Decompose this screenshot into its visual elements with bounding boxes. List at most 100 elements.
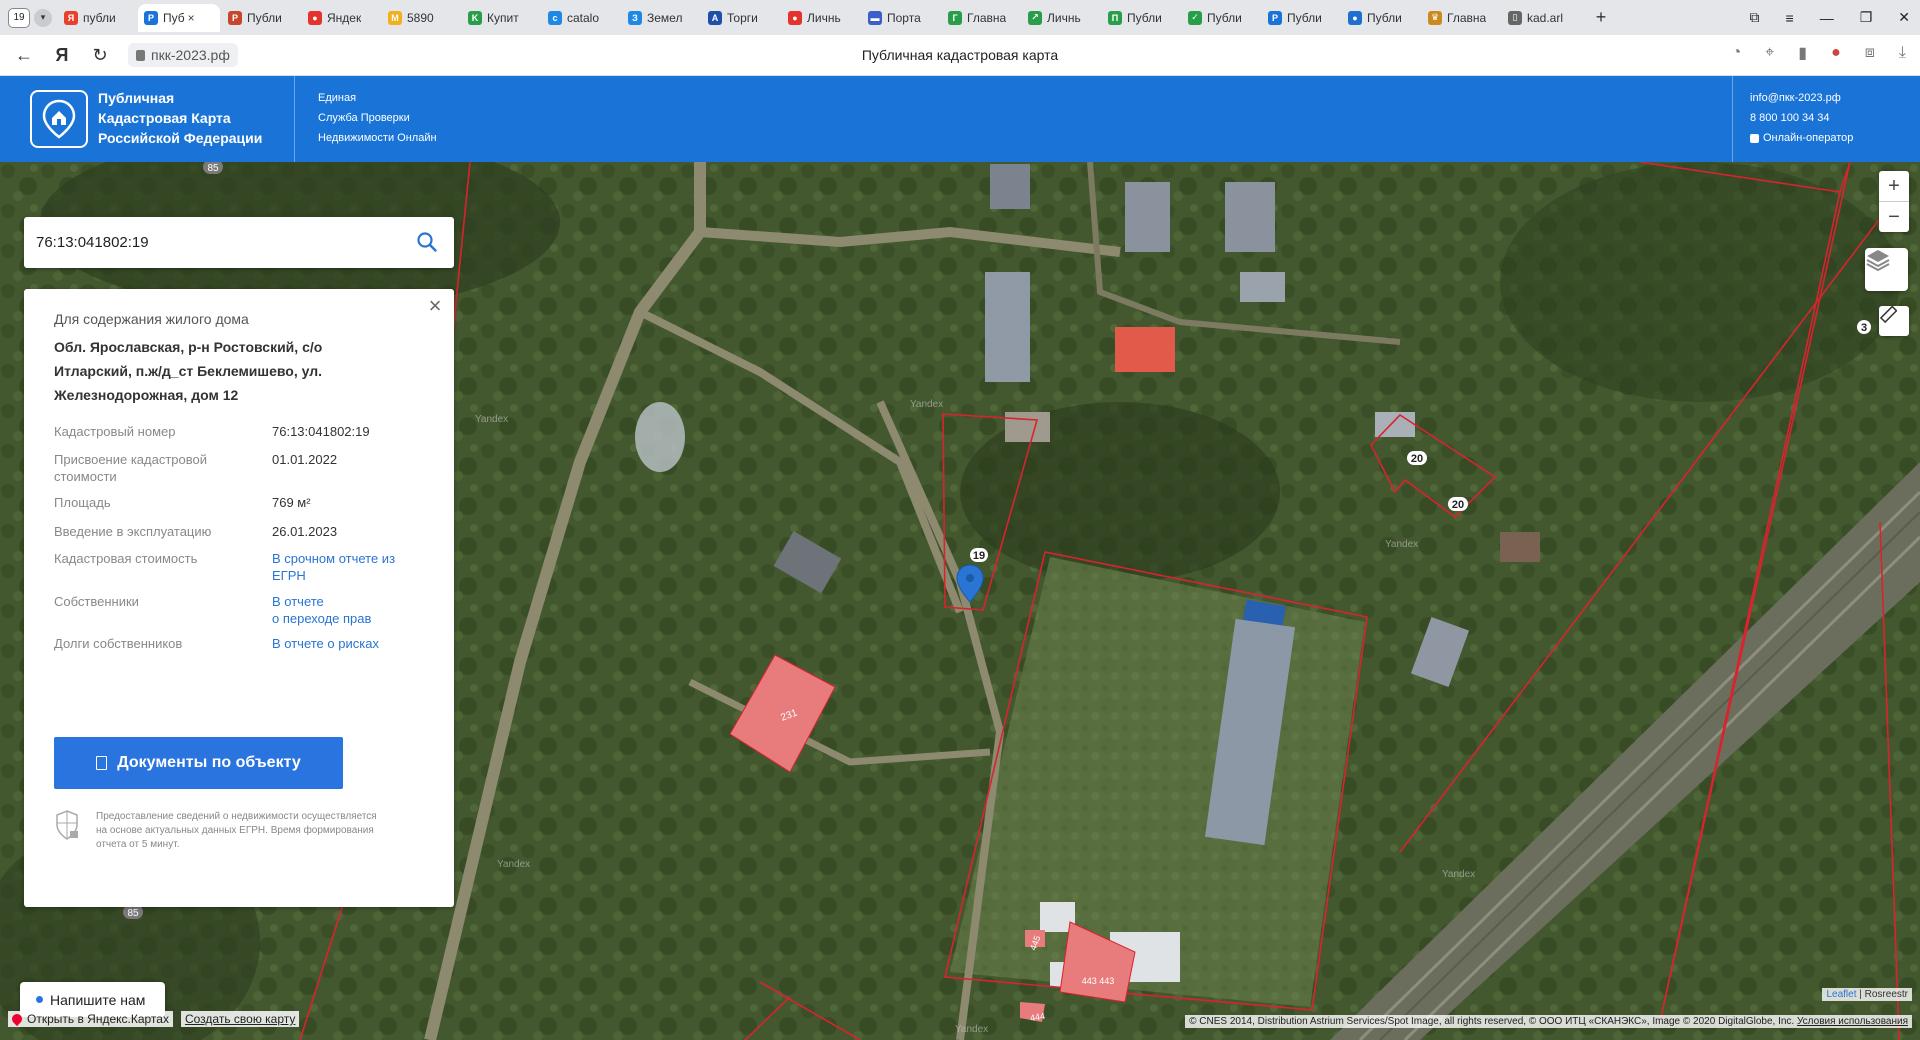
browser-tab[interactable]: Япубли	[58, 4, 136, 32]
close-icon[interactable]: ×	[424, 295, 446, 317]
browser-tab[interactable]: Г Главна	[942, 4, 1020, 32]
documents-button[interactable]: Документы по объекту	[54, 737, 343, 789]
browser-tab[interactable]: ↗ Личнь	[1022, 4, 1100, 32]
browser-tab[interactable]: П Публи	[1102, 4, 1180, 32]
row-value: 76:13:041802:19	[272, 424, 370, 439]
create-map-link[interactable]: Создать свою карту	[180, 1011, 300, 1027]
leaflet-attribution: Leaflet | Rosreestr	[1822, 988, 1912, 1001]
downloads-icon[interactable]: ⤓	[1899, 44, 1906, 62]
close-window-icon[interactable]: ✕	[1898, 9, 1910, 26]
cadastral-value-link[interactable]: В срочном отчете из ЕГРН	[272, 550, 422, 584]
building-roof	[990, 164, 1030, 209]
tab-label: Публи	[1367, 10, 1402, 25]
owners-link[interactable]: В отчете о переходе прав	[272, 593, 422, 627]
browser-tab[interactable]: ● Публи	[1342, 4, 1420, 32]
online-operator-label: Онлайн-оператор	[1763, 132, 1854, 144]
row-key: Кадастровый номер	[54, 424, 176, 439]
debts-link[interactable]: В отчете о рисках	[272, 635, 422, 652]
browser-tab[interactable]: ✓ Публи	[1182, 4, 1260, 32]
extensions-icon[interactable]: ⧈	[1865, 44, 1875, 62]
browser-tab[interactable]: K Купит	[462, 4, 540, 32]
reload-icon[interactable]: ↻	[86, 41, 114, 69]
back-arrow-icon[interactable]: ←	[10, 41, 38, 69]
brand-name[interactable]: Публичная Кадастровая Карта Российской Ф…	[98, 88, 262, 148]
contacts: info@пкк-2023.рф 8 800 100 34 34 Онлайн-…	[1750, 88, 1853, 148]
parcel-label-20b[interactable]: 20	[1452, 499, 1464, 511]
measure-button[interactable]	[1879, 306, 1909, 336]
cadastral-search-box	[24, 217, 454, 268]
house-pin-glyph-icon	[42, 99, 76, 139]
menu-icon[interactable]: ≡	[1786, 10, 1794, 26]
browser-tab[interactable]: P Пуб ×	[138, 3, 220, 32]
browser-tab[interactable]: ♛ Главна	[1422, 4, 1500, 32]
new-tab-plus-icon[interactable]: +	[1588, 5, 1614, 31]
building-roof	[1125, 182, 1170, 252]
service-line-2: Служба Проверки	[318, 112, 410, 124]
open-in-yandex-maps-link[interactable]: Открыть в Яндекс.Картах	[8, 1011, 173, 1027]
building-roof	[1225, 182, 1275, 252]
browser-tab[interactable]: P Публи	[1262, 4, 1340, 32]
header-divider-right	[1732, 76, 1733, 162]
yandex-links: Открыть в Яндекс.Картах Создать свою кар…	[8, 1009, 300, 1029]
cadastral-search-input[interactable]	[36, 234, 396, 251]
check-icon: ✓	[1188, 10, 1202, 25]
browser-tab[interactable]: A Торги	[702, 4, 780, 32]
profile-avatar-icon[interactable]: ●	[1831, 44, 1841, 62]
documents-button-label: Документы по объекту	[117, 754, 301, 771]
contact-email[interactable]: info@пкк-2023.рф	[1750, 88, 1853, 108]
yandex-watermark: Yandex	[1385, 539, 1418, 550]
brand-line-3: Российской Федерации	[98, 130, 263, 146]
map-copyright: © CNES 2014, Distribution Astrium Servic…	[1185, 1015, 1912, 1028]
building-roof	[1005, 412, 1050, 442]
leaflet-link[interactable]: Leaflet	[1826, 989, 1856, 1000]
online-operator-link[interactable]: Онлайн-оператор	[1750, 128, 1853, 148]
location-pin-icon[interactable]: ⌖	[1765, 44, 1774, 62]
restore-icon[interactable]: ❐	[1860, 9, 1873, 26]
house-pin-logo-icon[interactable]	[30, 90, 88, 148]
collections-icon[interactable]: ⧉	[1750, 9, 1760, 26]
browser-tab[interactable]: ▬ Порта	[862, 4, 940, 32]
green-shield-icon: K	[468, 10, 482, 25]
rosreestr-icon: Р	[228, 10, 242, 25]
browser-tab[interactable]: c catalo	[542, 4, 620, 32]
yandex-logo-icon[interactable]: Я	[48, 41, 76, 69]
browser-tab[interactable]: З Земел	[622, 4, 700, 32]
tab-close-icon[interactable]: ×	[188, 11, 195, 25]
parcel-address: Обл. Ярославская, р-н Ростовский, с/о Ит…	[54, 339, 323, 403]
browser-tab[interactable]: M 5890	[382, 4, 460, 32]
tab-label: Купит	[487, 10, 519, 25]
parcel-label-20[interactable]: 20	[1411, 453, 1423, 465]
layers-button[interactable]	[1865, 248, 1908, 291]
online-dot-icon	[36, 996, 43, 1003]
url-field[interactable]: пкк-2023.рф	[128, 43, 238, 67]
browser-tab[interactable]: ● Яндек	[302, 4, 380, 32]
arrow-icon: ↗	[1028, 10, 1042, 25]
row-value: 26.01.2023	[272, 524, 338, 539]
yandex-watermark: Yandex	[475, 414, 508, 425]
zoom-in-button[interactable]: +	[1879, 171, 1909, 201]
ruler-icon	[1879, 306, 1897, 324]
parcel-label-443[interactable]: 443 443	[1082, 976, 1115, 986]
parcel-label-19[interactable]: 19	[973, 550, 985, 562]
contact-phone[interactable]: 8 800 100 34 34	[1750, 108, 1853, 128]
tab-count-badge[interactable]: 19	[8, 7, 30, 28]
search-icon[interactable]	[416, 231, 438, 253]
forest-patch	[1500, 162, 1900, 402]
browser-tab[interactable]: ● Личнь	[782, 4, 860, 32]
terms-link[interactable]: Условия использования	[1797, 1016, 1908, 1027]
parcel-label-3[interactable]: 3	[1861, 322, 1867, 334]
bookmark-icon[interactable]: ▮	[1798, 43, 1807, 63]
row-key: Площадь	[54, 495, 111, 510]
service-name: Единая Служба Проверки Недвижимости Онла…	[318, 88, 437, 148]
pkk-icon: P	[1268, 10, 1282, 25]
page-title: Публичная кадастровая карта	[861, 47, 1059, 63]
minimize-icon[interactable]: —	[1820, 10, 1834, 26]
browser-tab[interactable]: ▯ kad.arl	[1502, 4, 1580, 32]
land-icon: З	[628, 10, 642, 25]
doc-icon: ▯	[1508, 10, 1522, 25]
browser-tab[interactable]: Р Публи	[222, 4, 300, 32]
permissions-icon[interactable]: ◔	[1732, 44, 1742, 62]
tab-list-chevron-icon[interactable]: ▾	[34, 8, 52, 27]
row-value: 01.01.2022	[272, 452, 338, 467]
zoom-out-button[interactable]: −	[1879, 202, 1909, 232]
